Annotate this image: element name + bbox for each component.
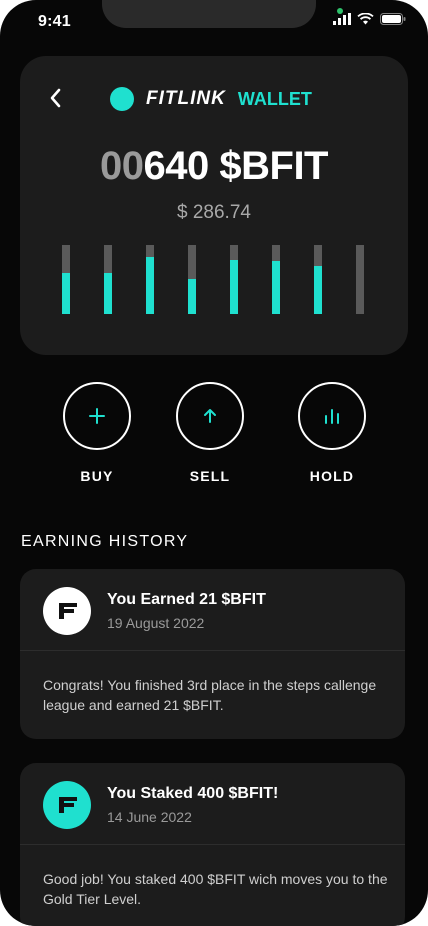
usd-value: $ 286.74 [177,202,251,223]
wifi-icon [357,13,374,25]
balance-bar-fill [104,273,112,314]
history-item-title: You Earned 21 $BFIT [107,591,266,608]
history-item-title: You Staked 400 $BFIT! [107,785,279,802]
back-button[interactable] [46,86,66,110]
notch [102,0,316,28]
balance-bar-fill [272,261,280,314]
action-row: BUY SELL HOLD [0,382,428,492]
history-item-date: 14 June 2022 [107,809,192,825]
section-title: WALLET [237,88,312,109]
balance-bar [104,245,112,314]
token-balance: 00640 $BFIT [20,144,408,189]
arrow-up-icon [204,409,216,423]
fitlink-logo-icon [59,603,77,619]
balance-bar [62,245,70,314]
status-time: 9:41 [38,13,71,30]
balance-bar-fill [230,260,238,314]
plus-icon [89,408,105,424]
battery-icon [380,13,406,25]
balance-bar-fill [62,273,70,314]
hold-circle [298,382,366,450]
balance-bar [146,245,154,314]
history-card[interactable]: You Earned 21 $BFIT 19 August 2022 Congr… [20,569,405,739]
divider [20,650,405,651]
wallet-card: FITLINK WALLET 00640 $BFIT $ 286.74 [20,56,408,355]
buy-button[interactable]: BUY [63,382,131,484]
sell-circle [176,382,244,450]
hold-button[interactable]: HOLD [298,382,366,484]
hold-label: HOLD [309,468,355,484]
sell-button[interactable]: SELL [176,382,244,484]
buy-circle [63,382,131,450]
phone-screen: 9:41 FITLINK WALLET 00640 $BFIT $ 286.74… [0,0,428,926]
bar-chart-icon [325,409,339,424]
fitlink-avatar [43,781,91,829]
history-card[interactable]: You Staked 400 $BFIT! 14 June 2022 Good … [20,763,405,926]
earning-history-title: EARNING HISTORY [21,533,189,550]
buy-label: BUY [80,468,114,484]
balance-leading-zeros: 00 [100,144,144,188]
balance-bar [230,245,238,314]
balance-unit: $BFIT [219,144,328,188]
fitlink-avatar [43,587,91,635]
history-item-body: Good job! You staked 400 $BFIT wich move… [43,871,388,907]
signal-icon [333,13,351,25]
balance-bar [188,245,196,314]
brand-logo-icon [110,87,134,111]
balance-bar [314,245,322,314]
balance-bar-fill [188,279,196,314]
fitlink-logo-icon [59,797,77,813]
balance-bar-fill [146,257,154,314]
balance-bars [62,245,372,314]
status-icons [333,13,406,25]
divider [20,844,405,845]
chevron-left-icon [50,88,61,108]
balance-amount: 640 [143,144,210,188]
history-item-date: 19 August 2022 [107,615,205,631]
balance-bar [272,245,280,314]
history-item-body: Congrats! You finished 3rd place in the … [43,677,377,713]
brand-header: FITLINK WALLET [110,87,312,111]
sell-label: SELL [189,468,231,484]
brand-name: FITLINK [146,88,226,109]
balance-bar [356,245,364,314]
balance-bar-fill [314,266,322,314]
